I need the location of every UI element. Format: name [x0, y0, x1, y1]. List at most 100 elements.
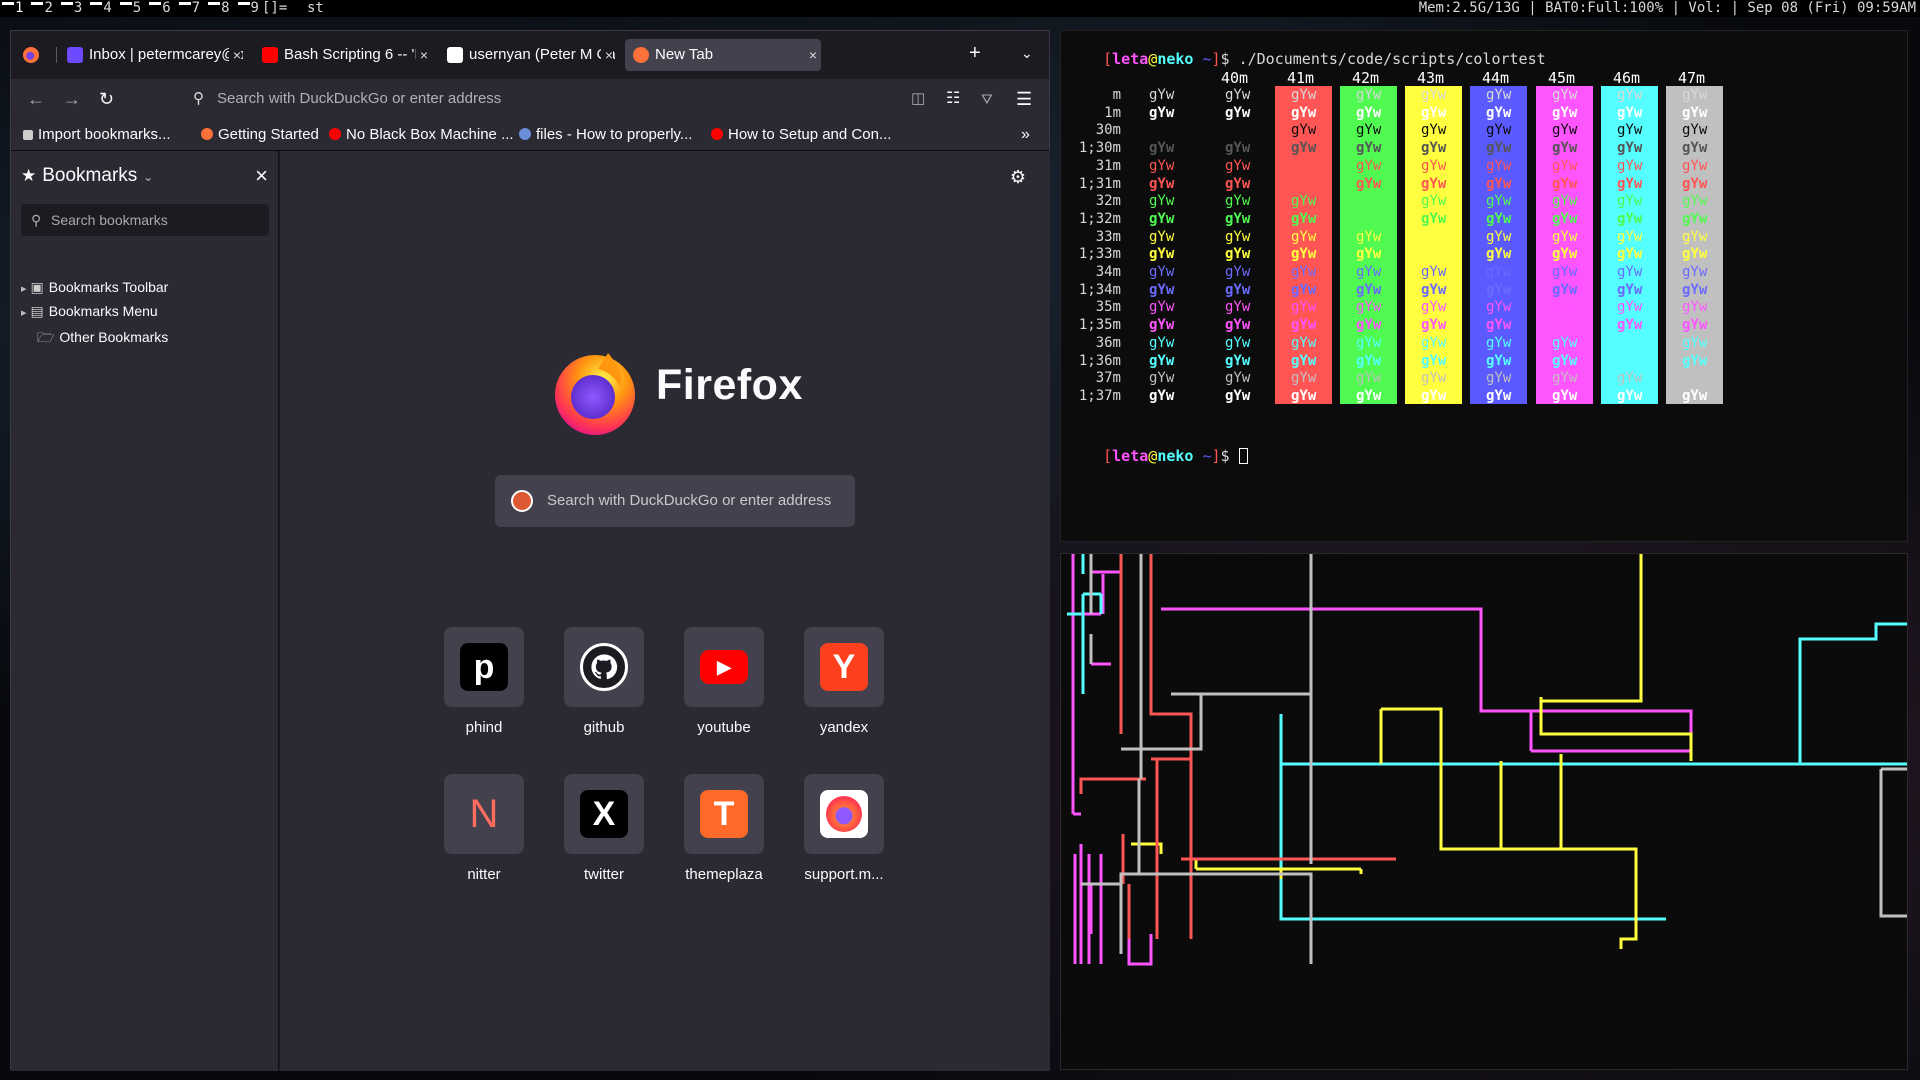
color-sample: gYw [1225, 140, 1251, 157]
color-sample: gYw [1356, 122, 1382, 139]
color-sample: gYw [1486, 352, 1512, 369]
tab-4[interactable]: New Tab × [625, 39, 821, 71]
color-sample: gYw [1225, 370, 1251, 387]
list-all-tabs-chevron-icon[interactable]: ⌄ [1021, 41, 1033, 65]
bookmark-item[interactable]: files - How to properly... [519, 125, 692, 145]
color-sample: gYw [1149, 193, 1175, 210]
color-sample: gYw [1552, 87, 1578, 103]
color-sample: gYw [1682, 370, 1708, 387]
app-menu-icon[interactable]: ☰ [1016, 87, 1032, 111]
occupied-indicator [90, 2, 103, 5]
terminal-colortest[interactable]: [leta@neko ~]$ ./Documents/code/scripts/… [1060, 30, 1908, 542]
top-site-tile[interactable]: p [444, 627, 524, 707]
color-sample: gYw [1552, 246, 1578, 263]
firefox-view-button[interactable] [23, 39, 45, 71]
tab-3[interactable]: usernyan (Peter M Carey)× [439, 39, 615, 71]
stackexchange-icon [519, 128, 531, 140]
tracking-protection-icon[interactable]: ◫ [911, 87, 925, 111]
color-sample: gYw [1291, 370, 1317, 387]
top-site-tile[interactable]: X [564, 774, 644, 854]
top-site-tile[interactable] [564, 627, 644, 707]
close-tab-icon[interactable]: × [600, 39, 613, 71]
top-site-youtube[interactable]: ▶ youtube [684, 627, 764, 736]
tab-1[interactable]: Inbox | petermcarey@pro × [59, 39, 243, 71]
top-site-support-m[interactable]: support.m... [804, 774, 884, 883]
workspace-tag-7[interactable]: 7 [177, 0, 206, 17]
top-site-themeplaza[interactable]: Tthemeplaza [684, 774, 764, 883]
workspace-tag-8[interactable]: 8 [206, 0, 235, 17]
color-sample: gYw [1617, 317, 1643, 334]
top-site-tile[interactable]: N [444, 774, 524, 854]
firefox-icon [201, 128, 213, 140]
workspace-tag-2[interactable]: 2 [29, 0, 58, 17]
fg-row-label: m [1112, 87, 1121, 103]
bookmark-item[interactable]: Getting Started [201, 125, 319, 145]
color-sample: gYw [1486, 370, 1512, 387]
color-sample: gYw [1486, 122, 1512, 139]
content-search-input[interactable]: Search with DuckDuckGo or enter address [495, 475, 855, 527]
color-sample: gYw [1421, 175, 1447, 192]
color-sample: gYw [1682, 281, 1708, 298]
top-site-twitter[interactable]: Xtwitter [564, 774, 644, 883]
bookmark-item[interactable]: No Black Box Machine ... [329, 125, 514, 145]
color-sample: gYw [1149, 246, 1175, 263]
bookmarks-search-input[interactable]: ⚲ Search bookmarks [21, 204, 269, 236]
bookmark-item[interactable]: How to Setup and Con... [711, 125, 891, 145]
layout-symbol[interactable]: []= [262, 0, 287, 17]
color-sample: gYw [1617, 334, 1643, 351]
settings-gear-icon[interactable]: ⚙ [1010, 167, 1026, 188]
extensions-icon[interactable]: ☷ [946, 87, 960, 111]
color-sample: gYw [1149, 210, 1175, 227]
workspace-tag-5[interactable]: 5 [118, 0, 147, 17]
color-sample: gYw [1682, 317, 1708, 334]
color-sample: gYw [1682, 264, 1708, 280]
close-tab-icon[interactable]: × [804, 39, 817, 71]
color-sample: gYw [1225, 334, 1251, 351]
close-tab-icon[interactable]: × [415, 39, 428, 71]
close-tab-icon[interactable]: × [228, 39, 241, 71]
top-site-tile[interactable]: T [684, 774, 764, 854]
url-bar[interactable]: ⚲ Search with DuckDuckGo or enter addres… [191, 83, 911, 115]
occupied-indicator [2, 2, 14, 5]
terminal-pipes-screensaver[interactable] [1060, 553, 1908, 1070]
top-site-yandex[interactable]: Yyandex [804, 627, 884, 736]
youtube-icon: ▶ [700, 643, 748, 691]
sidebar-header[interactable]: ★ Bookmarks ⌄ [21, 165, 153, 187]
fg-row-label: 33m [1095, 228, 1121, 245]
bookmark-item[interactable]: Import bookmarks... [23, 125, 171, 145]
duckduckgo-icon [511, 490, 533, 512]
top-site-tile[interactable] [804, 774, 884, 854]
reload-button[interactable]: ↻ [99, 87, 114, 111]
top-site-phind[interactable]: p phind [444, 627, 524, 736]
workspace-tag-1[interactable]: 1 [0, 0, 29, 17]
more-bookmarks-chevron-icon[interactable]: » [1021, 123, 1030, 147]
new-tab-button[interactable]: + [969, 41, 981, 65]
sidebar-item-bookmarks-menu[interactable]: ▸ ▤ Bookmarks Menu [21, 303, 158, 320]
top-site-github[interactable]: github [564, 627, 644, 736]
top-site-tile[interactable]: ▶ [684, 627, 764, 707]
sidebar-item-other-bookmarks[interactable]: 🗁 Other Bookmarks [37, 327, 168, 351]
color-sample: gYw [1356, 317, 1382, 334]
workspace-tag-9[interactable]: 9 [236, 0, 265, 17]
color-sample: gYw [1356, 104, 1382, 121]
color-sample: gYw [1617, 175, 1643, 192]
sidebar-item-bookmarks-toolbar[interactable]: ▸ ▣ Bookmarks Toolbar [21, 279, 168, 296]
workspace-tag-3[interactable]: 3 [59, 0, 88, 17]
color-sample: gYw [1617, 264, 1643, 280]
prompt-line-current: [leta@neko ~]$ [1067, 429, 1248, 465]
top-site-tile[interactable]: Y [804, 627, 884, 707]
color-sample: gYw [1225, 157, 1251, 174]
workspace-tag-4[interactable]: 4 [88, 0, 117, 17]
color-sample: gYw [1291, 87, 1317, 103]
top-site-nitter[interactable]: Nnitter [444, 774, 524, 883]
color-sample: gYw [1486, 140, 1512, 157]
chevron-down-icon: ⌄ [143, 170, 154, 184]
forward-button[interactable]: → [63, 87, 81, 111]
workspace-tag-6[interactable]: 6 [147, 0, 176, 17]
ublock-origin-icon[interactable]: ⛛ [981, 87, 993, 111]
back-button[interactable]: ← [27, 87, 45, 111]
bg-header: 40m [1221, 69, 1249, 87]
close-sidebar-icon[interactable]: × [255, 163, 268, 189]
tab-2[interactable]: Bash Scripting 6 -- 'If' and× [254, 39, 430, 71]
color-sample: gYw [1552, 352, 1578, 369]
